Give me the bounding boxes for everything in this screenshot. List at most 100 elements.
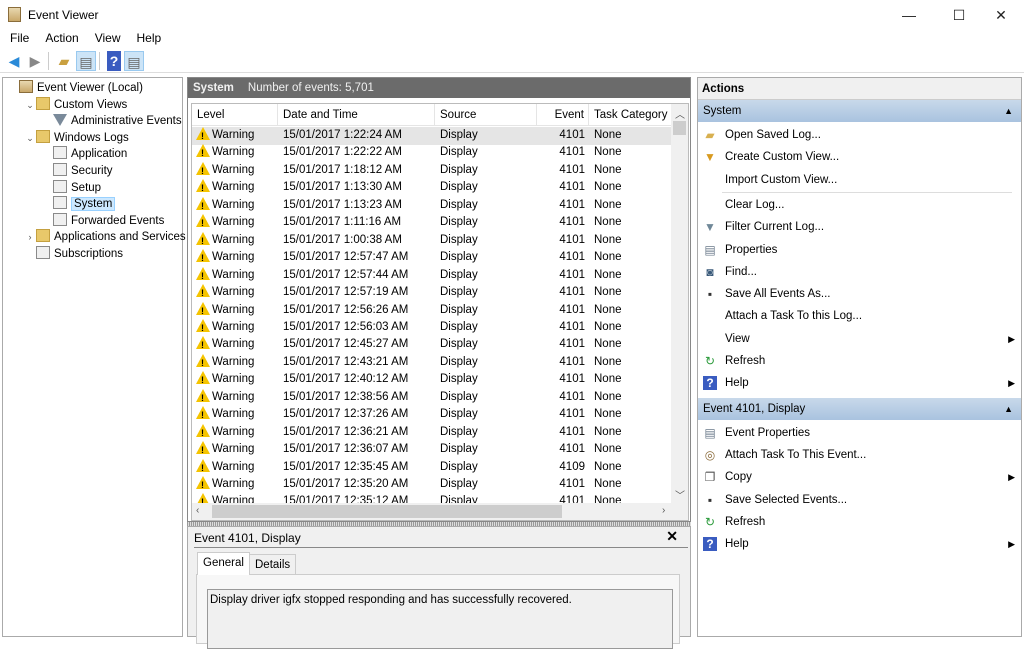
forward-icon[interactable]: ▶ <box>25 51 45 71</box>
actions-section-1[interactable]: Event 4101, Display ▲ <box>698 397 1021 420</box>
action-view[interactable]: View ▶ <box>698 328 1021 350</box>
collapse-triangle-icon[interactable]: ▲ <box>1004 398 1013 420</box>
table-row[interactable]: Warning 15/01/2017 1:11:16 AM Display 4101 N… <box>192 214 672 233</box>
scroll-up-icon[interactable]: ︿ <box>675 106 685 121</box>
scroll-right-icon[interactable]: › <box>662 505 665 516</box>
action-find[interactable]: ◙ Find... <box>698 261 1021 283</box>
back-icon[interactable]: ◀ <box>4 51 24 71</box>
tree-item-forwarded-events[interactable]: Forwarded Events <box>41 212 164 230</box>
action-refresh[interactable]: ↻ Refresh <box>698 350 1021 372</box>
horizontal-scrollbar[interactable]: ‹ › <box>192 503 688 520</box>
action-help[interactable]: ? Help ▶ <box>698 372 1021 394</box>
column-source[interactable]: Source <box>435 104 537 126</box>
tree-item-event-viewer-local-[interactable]: Event Viewer (Local) <box>7 80 143 97</box>
table-row[interactable]: Warning 15/01/2017 12:57:47 AM Display 4101… <box>192 249 672 268</box>
action-copy[interactable]: ❐ Copy ▶ <box>698 466 1021 488</box>
table-row[interactable]: Warning 15/01/2017 12:40:12 AM Display 4101… <box>192 371 672 390</box>
cell-task-category: None <box>594 476 622 494</box>
action-create-custom-view[interactable]: ▼ Create Custom View... <box>698 146 1021 168</box>
expand-chevron-icon[interactable]: ⌄ <box>24 130 36 147</box>
show-hide-console-tree-icon[interactable]: ▤ <box>76 51 96 71</box>
toolbar: ◀ ▶ ▰ ▤ ? ▤ <box>0 49 1024 73</box>
collapse-triangle-icon[interactable]: ▲ <box>1004 100 1013 122</box>
folder-up-icon[interactable]: ▰ <box>54 51 74 71</box>
menu-file[interactable]: File <box>0 30 35 45</box>
cell-event-id: 4101 <box>537 424 585 442</box>
cell-text: 15/01/2017 12:37:26 AM <box>283 408 409 421</box>
table-row[interactable]: Warning 15/01/2017 12:56:03 AM Display 4101… <box>192 318 672 337</box>
close-detail-icon[interactable]: ✕ <box>666 528 678 545</box>
tree-item-windows-logs[interactable]: ⌄ Windows Logs <box>24 129 129 147</box>
menu-view[interactable]: View <box>85 30 127 45</box>
column-event-id[interactable]: Event ID <box>537 104 589 143</box>
action-clear-log[interactable]: Clear Log... <box>698 194 1021 216</box>
action-help[interactable]: ? Help ▶ <box>698 533 1021 555</box>
table-row[interactable]: Warning 15/01/2017 12:56:26 AM Display 4101… <box>192 301 672 320</box>
tree-item-security[interactable]: Security <box>41 163 113 180</box>
cell-event-id: 4101 <box>537 371 585 389</box>
folder-icon <box>36 229 50 243</box>
table-row[interactable]: Warning 15/01/2017 12:35:20 AM Display 4101… <box>192 476 672 495</box>
warning-icon <box>196 441 210 460</box>
tree-item-subscriptions[interactable]: Subscriptions <box>24 246 123 263</box>
tree-item-administrative-events[interactable]: Administrative Events <box>41 113 182 130</box>
action-event-properties[interactable]: ▤ Event Properties <box>698 422 1021 444</box>
cell-text: 15/01/2017 12:36:07 AM <box>283 443 409 456</box>
tab-general[interactable]: General <box>197 552 250 575</box>
vertical-scrollbar[interactable]: ︿ ﹀ <box>671 104 688 504</box>
cell-text: Warning <box>212 390 255 403</box>
table-row[interactable]: Warning 15/01/2017 1:22:22 AM Display 4101 N… <box>192 144 672 163</box>
expand-chevron-icon[interactable]: ⌄ <box>24 97 36 114</box>
tree-item-system[interactable]: System <box>41 196 116 213</box>
action-import-custom-view[interactable]: Import Custom View... <box>698 169 1021 191</box>
scroll-left-icon[interactable]: ‹ <box>196 505 199 516</box>
table-row[interactable]: Warning 15/01/2017 12:43:21 AM Display 4101… <box>192 353 672 372</box>
table-row[interactable]: Warning 15/01/2017 1:13:30 AM Display 4101 N… <box>192 179 672 198</box>
table-row[interactable]: Warning 15/01/2017 12:36:07 AM Display 4101… <box>192 441 672 460</box>
action-attach-a-task-to-this-log[interactable]: Attach a Task To this Log... <box>698 305 1021 327</box>
show-hide-action-pane-icon[interactable]: ▤ <box>124 51 144 71</box>
table-row[interactable]: Warning 15/01/2017 1:22:24 AM Display 4101 N… <box>192 127 672 146</box>
table-row[interactable]: Warning 15/01/2017 1:13:23 AM Display 4101 N… <box>192 196 672 215</box>
table-row[interactable]: Warning 15/01/2017 12:45:27 AM Display 4101… <box>192 336 672 355</box>
action-filter-current-log[interactable]: ▼ Filter Current Log... <box>698 216 1021 238</box>
table-row[interactable]: Warning 15/01/2017 12:36:21 AM Display 4101… <box>192 423 672 442</box>
tree-item-custom-views[interactable]: ⌄ Custom Views <box>24 96 127 114</box>
action-open-saved-log[interactable]: ▰ Open Saved Log... <box>698 124 1021 146</box>
table-row[interactable]: Warning 15/01/2017 1:18:12 AM Display 4101 N… <box>192 161 672 180</box>
tree-item-applications-and-services-lo[interactable]: › Applications and Services Lo <box>24 229 202 246</box>
cell-text: Display <box>440 338 478 351</box>
tree-item-setup[interactable]: Setup <box>41 179 101 197</box>
maximize-button[interactable]: ☐ <box>936 0 982 30</box>
action-save-all-events-as[interactable]: ▪ Save All Events As... <box>698 283 1021 305</box>
close-button[interactable]: ✕ <box>978 0 1024 30</box>
minimize-button[interactable]: — <box>886 0 932 30</box>
action-attach-task-to-this-event[interactable]: ◎ Attach Task To This Event... <box>698 444 1021 466</box>
column-task-category[interactable]: Task Category <box>589 104 672 126</box>
table-row[interactable]: Warning 15/01/2017 1:00:38 AM Display 4101 N… <box>192 231 672 250</box>
action-label: Refresh <box>725 355 766 367</box>
action-properties[interactable]: ▤ Properties <box>698 239 1021 261</box>
action-save-selected-events[interactable]: ▪ Save Selected Events... <box>698 489 1021 511</box>
table-row[interactable]: Warning 15/01/2017 12:35:45 AM Display 4109… <box>192 458 672 477</box>
cell-date-time: 15/01/2017 12:57:47 AM <box>283 249 408 267</box>
actions-section-0[interactable]: System ▲ <box>698 100 1021 122</box>
column-level[interactable]: Level <box>192 104 278 126</box>
table-row[interactable]: Warning 15/01/2017 12:37:26 AM Display 4101… <box>192 406 672 425</box>
expand-chevron-icon[interactable]: › <box>24 229 36 246</box>
menu-action[interactable]: Action <box>35 30 84 45</box>
help-icon[interactable]: ? <box>107 51 121 71</box>
cell-task-category: None <box>594 249 622 267</box>
cell-date-time: 15/01/2017 12:40:12 AM <box>283 371 408 389</box>
vertical-scroll-thumb[interactable] <box>673 121 686 135</box>
horizontal-scroll-thumb[interactable] <box>212 505 562 518</box>
action-refresh[interactable]: ↻ Refresh <box>698 511 1021 533</box>
table-row[interactable]: Warning 15/01/2017 12:38:56 AM Display 4101… <box>192 388 672 407</box>
tree-item-application[interactable]: Application <box>41 146 127 163</box>
menu-help[interactable]: Help <box>127 30 168 45</box>
table-row[interactable]: Warning 15/01/2017 12:57:19 AM Display 4101… <box>192 284 672 303</box>
table-row[interactable]: Warning 15/01/2017 12:57:44 AM Display 4101… <box>192 266 672 285</box>
column-date-time[interactable]: Date and Time <box>278 104 435 126</box>
tab-details[interactable]: Details <box>249 554 297 575</box>
scroll-down-icon[interactable]: ﹀ <box>675 487 685 502</box>
